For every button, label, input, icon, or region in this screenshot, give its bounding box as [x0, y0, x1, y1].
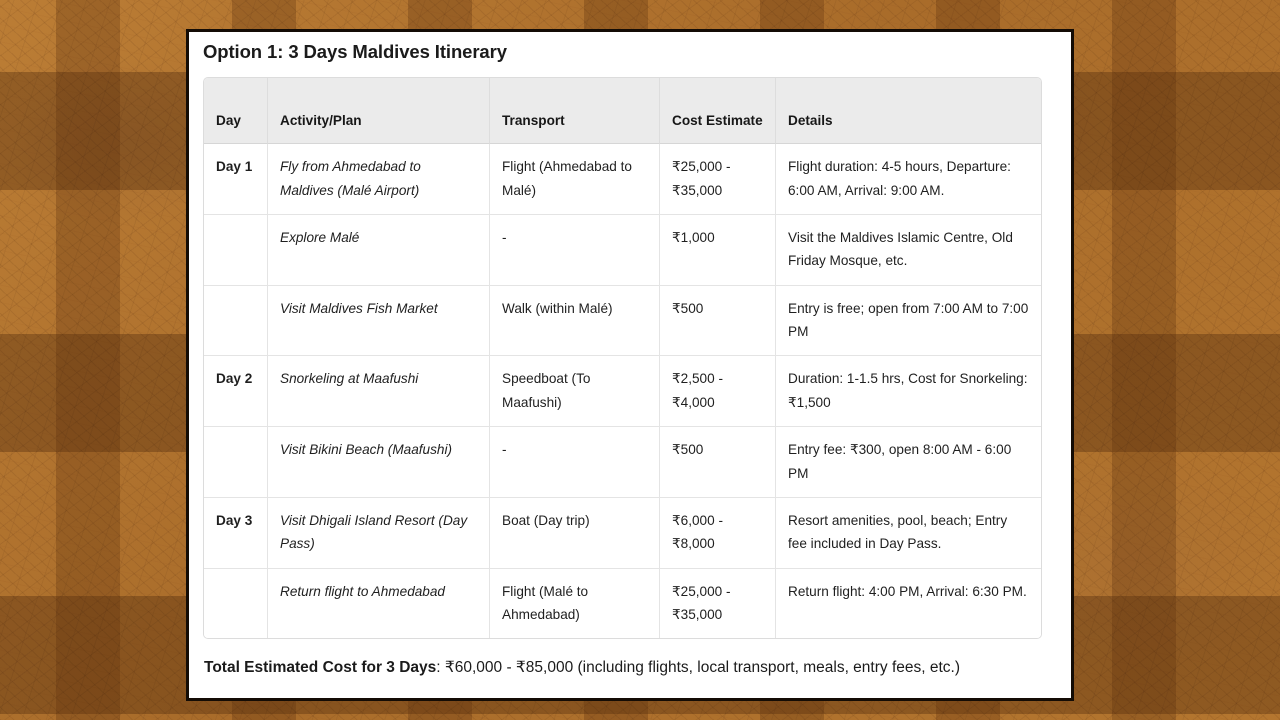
- column-header-day: Day: [204, 78, 268, 145]
- cell-activity: Visit Maldives Fish Market: [268, 285, 490, 357]
- cell-cost: ₹25,000 - ₹35,000: [660, 568, 776, 639]
- table-row: Explore Malé - ₹1,000 Visit the Maldives Is…: [204, 214, 1041, 286]
- cell-cost: ₹1,000: [660, 214, 776, 286]
- table-row: Visit Maldives Fish Market Walk (within M…: [204, 285, 1041, 357]
- table-row: Visit Bikini Beach (Maafushi) - ₹500 Entry …: [204, 427, 1041, 498]
- total-cost-label: Total Estimated Cost for 3 Days: [204, 659, 437, 677]
- cell-cost: ₹25,000 - ₹35,000: [660, 144, 776, 215]
- cell-cost: ₹500: [660, 285, 776, 357]
- cell-activity: Visit Bikini Beach (Maafushi): [268, 427, 490, 498]
- table-row: Return flight to Ahmedabad Flight (Malé t…: [204, 568, 1041, 639]
- table-header: Day Activity/Plan Transport Cost Estimat…: [204, 78, 1041, 145]
- cell-transport: -: [490, 427, 660, 498]
- cell-day: [204, 285, 268, 357]
- itinerary-card: Option 1: 3 Days Maldives Itinerary Day …: [186, 29, 1074, 701]
- table-row: Day 1 Fly from Ahmedabad to Maldives (Mal…: [204, 144, 1041, 215]
- cell-details: Visit the Maldives Islamic Centre, Old F…: [776, 214, 1041, 286]
- cell-details: Return flight: 4:00 PM, Arrival: 6:30 PM…: [776, 568, 1041, 639]
- column-header-activity: Activity/Plan: [268, 78, 490, 145]
- table-row: Day 3 Visit Dhigali Island Resort (Day Pa…: [204, 497, 1041, 569]
- cell-cost: ₹500: [660, 427, 776, 498]
- cell-transport: Flight (Malé to Ahmedabad): [490, 568, 660, 639]
- table-row: Day 2 Snorkeling at Maafushi Speedboat (To…: [204, 356, 1041, 428]
- cell-details: Entry is free; open from 7:00 AM to 7:00…: [776, 285, 1041, 357]
- page-title: Option 1: 3 Days Maldives Itinerary: [203, 41, 507, 62]
- cell-day: [204, 427, 268, 498]
- cell-transport: Boat (Day trip): [490, 497, 660, 569]
- cell-day: Day 2: [204, 356, 268, 428]
- total-cost-value: : ₹60,000 - ₹85,000 (including flights, …: [436, 659, 960, 677]
- column-header-details: Details: [776, 78, 1041, 145]
- cell-details: Duration: 1-1.5 hrs, Cost for Snorkeling…: [776, 356, 1041, 428]
- table-body: Day 1 Fly from Ahmedabad to Maldives (Mal…: [204, 144, 1041, 639]
- cell-cost: ₹6,000 - ₹8,000: [660, 497, 776, 569]
- itinerary-table: Day Activity/Plan Transport Cost Estimat…: [203, 77, 1042, 640]
- cell-day: Day 3: [204, 497, 268, 569]
- cell-activity: Explore Malé: [268, 214, 490, 286]
- cell-activity: Return flight to Ahmedabad: [268, 568, 490, 639]
- cell-activity: Fly from Ahmedabad to Maldives (Malé Air…: [268, 144, 490, 215]
- cell-activity: Visit Dhigali Island Resort (Day Pass): [268, 497, 490, 569]
- cell-day: [204, 568, 268, 639]
- total-estimated-cost: Total Estimated Cost for 3 Days: ₹60,000…: [203, 655, 1057, 680]
- cell-transport: Speedboat (To Maafushi): [490, 356, 660, 428]
- cell-transport: Walk (within Malé): [490, 285, 660, 357]
- cell-details: Flight duration: 4-5 hours, Departure: 6…: [776, 144, 1041, 215]
- cell-details: Resort amenities, pool, beach; Entry fee…: [776, 497, 1041, 569]
- card-content: Option 1: 3 Days Maldives Itinerary Day …: [189, 41, 1071, 681]
- table-header-row: Day Activity/Plan Transport Cost Estimat…: [204, 78, 1041, 145]
- cell-day: [204, 214, 268, 286]
- cell-transport: -: [490, 214, 660, 286]
- cell-cost: ₹2,500 - ₹4,000: [660, 356, 776, 428]
- column-header-transport: Transport: [490, 78, 660, 145]
- column-header-cost: Cost Estimate: [660, 78, 776, 145]
- cell-day: Day 1: [204, 144, 268, 215]
- cell-details: Entry fee: ₹300, open 8:00 AM - 6:00 PM: [776, 427, 1041, 498]
- cell-activity: Snorkeling at Maafushi: [268, 356, 490, 428]
- cell-transport: Flight (Ahmedabad to Malé): [490, 144, 660, 215]
